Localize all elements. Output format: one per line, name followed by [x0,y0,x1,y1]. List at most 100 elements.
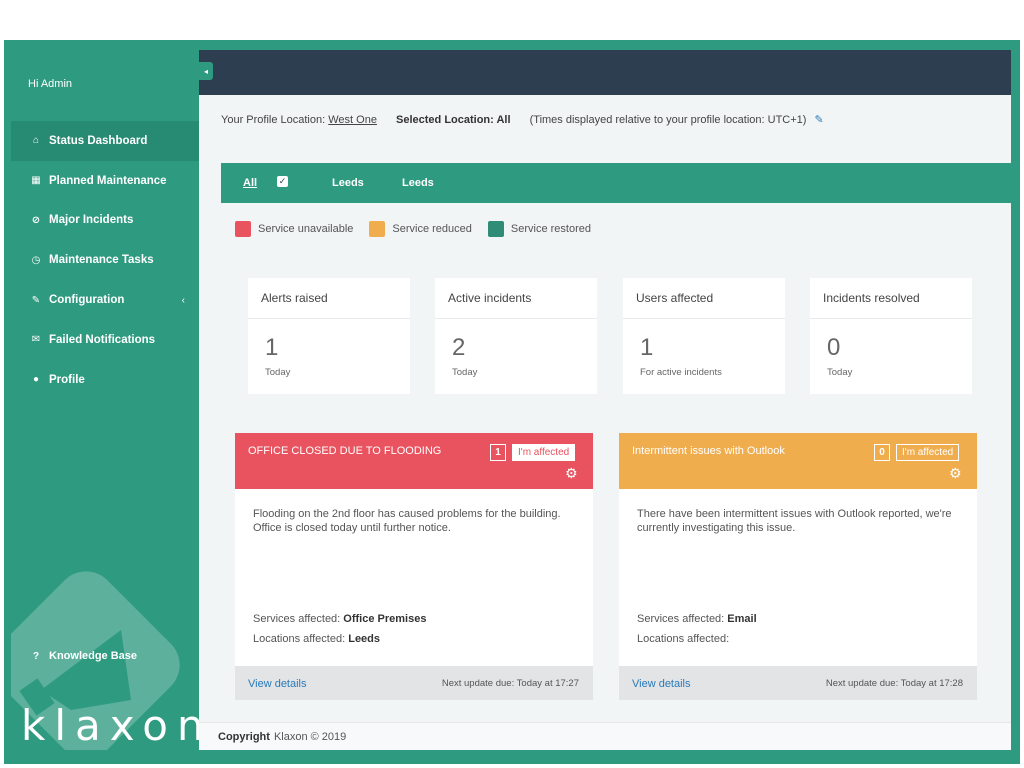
incident-title: OFFICE CLOSED DUE TO FLOODING [248,445,442,457]
sidebar-menu: ⌂ Status Dashboard ▦ Planned Maintenance… [11,121,199,400]
next-update: Next update due: Today at 17:28 [825,678,963,689]
view-details-link[interactable]: View details [248,678,307,690]
incident-footer: View details Next update due: Today at 1… [235,666,593,700]
location-filter-bar: All ✓ Leeds Leeds [221,163,1011,203]
filter-all[interactable]: All [243,177,257,189]
stat-title: Active incidents [435,278,597,319]
incident-header: Intermittent issues with Outlook 0 I'm a… [619,433,977,489]
sidebar: Hi Admin ⌂ Status Dashboard ▦ Planned Ma… [11,50,199,750]
next-update: Next update due: Today at 17:27 [441,678,579,689]
chevron-left-icon: ‹ [181,294,185,306]
stat-card-users-affected: Users affected 1 For active incidents [623,278,785,394]
main-content: Your Profile Location: West One Selected… [199,95,1011,722]
clock-icon: ◷ [31,254,41,266]
affected-count: 1 [490,444,506,461]
filter-checkbox[interactable]: ✓ [277,176,288,187]
legend-label: Service restored [510,223,591,235]
sidebar-item-label: Profile [49,373,85,386]
incident-footer: View details Next update due: Today at 1… [619,666,977,700]
dashboard-icon: ⌂ [32,135,40,147]
legend-swatch-unavailable [235,221,251,237]
sidebar-item-status-dashboard[interactable]: ⌂ Status Dashboard [11,121,199,161]
stat-card-alerts-raised: Alerts raised 1 Today [248,278,410,394]
stat-subtitle: Today [265,367,291,378]
services-affected: Services affected: Email [637,613,757,625]
services-affected-label: Services affected: [637,613,725,625]
sidebar-item-label: Major Incidents [49,214,134,227]
locations-affected-label: Locations affected: [637,633,730,645]
timezone-note: (Times displayed relative to your profil… [529,114,807,126]
copyright-text: Klaxon © 2019 [273,730,347,743]
stat-value: 0 [827,334,841,361]
legend-label: Service unavailable [258,223,354,235]
sidebar-item-configuration[interactable]: ✎ Configuration ‹ [11,280,199,320]
gear-icon[interactable]: ⚙ [565,465,578,482]
selected-location: Selected Location: All [396,114,511,126]
stat-title: Incidents resolved [810,278,972,319]
sidebar-item-label: Maintenance Tasks [49,254,154,267]
filter-location-leeds-2[interactable]: Leeds [402,177,434,189]
sidebar-item-knowledge-base[interactable]: ? Knowledge Base [29,650,137,662]
stat-subtitle: Today [452,367,478,378]
stat-title: Users affected [623,278,785,319]
gear-icon[interactable]: ⚙ [949,465,962,482]
incident-description: There have been intermittent issues with… [637,508,952,534]
page-footer: Copyright Klaxon © 2019 [199,722,1011,750]
incident-description: Flooding on the 2nd floor has caused pro… [253,508,561,534]
user-greeting: Hi Admin [28,78,73,90]
locations-affected: Locations affected: [637,633,729,645]
stat-value: 2 [452,334,466,361]
legend-label: Service reduced [392,223,472,235]
location-info: Your Profile Location: West One Selected… [221,113,824,126]
sidebar-item-label: Knowledge Base [49,650,138,662]
sidebar-item-failed-notifications[interactable]: ✉ Failed Notifications [11,320,199,360]
im-affected-button[interactable]: I'm affected [512,444,576,461]
question-circle-icon: ? [32,650,40,662]
sidebar-item-maintenance-tasks[interactable]: ◷ Maintenance Tasks [11,240,199,280]
copyright-label: Copyright [218,730,270,743]
services-affected-value: Office Premises [343,613,427,625]
stat-value: 1 [265,334,279,361]
sidebar-item-planned-maintenance[interactable]: ▦ Planned Maintenance [11,161,199,201]
legend-swatch-restored [487,221,504,237]
services-affected-label: Services affected: [253,613,341,625]
services-affected: Services affected: Office Premises [253,613,426,625]
klaxon-logo: klaxon [21,701,199,750]
incident-card: Intermittent issues with Outlook 0 I'm a… [619,433,977,700]
sidebar-item-label: Planned Maintenance [49,174,167,187]
sidebar-item-label: Configuration [49,294,125,307]
stat-title: Alerts raised [248,278,410,319]
locations-affected: Locations affected: Leeds [253,633,380,645]
services-affected-value: Email [727,613,757,625]
legend-swatch-reduced [369,221,386,237]
profile-location-link[interactable]: West One [328,114,377,126]
locations-affected-value: Leeds [348,633,381,645]
top-navbar [199,50,1011,95]
view-details-link[interactable]: View details [632,678,691,690]
ban-icon: ⊘ [31,214,41,226]
profile-location-label: Your Profile Location: [221,114,326,126]
sidebar-item-label: Status Dashboard [49,134,148,147]
user-icon: ● [32,374,40,386]
sidebar-item-major-incidents[interactable]: ⊘ Major Incidents [11,201,199,241]
stat-card-active-incidents: Active incidents 2 Today [435,278,597,394]
incident-title: Intermittent issues with Outlook [632,445,785,457]
sidebar-item-profile[interactable]: ● Profile [11,360,199,400]
edit-icon[interactable]: ✎ [815,114,824,126]
status-legend: Service unavailable Service reduced Serv… [235,221,607,237]
sidebar-item-label: Failed Notifications [49,333,156,346]
calendar-icon: ▦ [31,175,41,187]
locations-affected-label: Locations affected: [253,633,346,645]
stat-subtitle: Today [827,367,853,378]
stat-subtitle: For active incidents [640,367,722,378]
filter-location-leeds[interactable]: Leeds [332,177,364,189]
sidebar-collapse-button[interactable]: ◂ [199,62,213,80]
envelope-icon: ✉ [31,334,41,346]
wrench-icon: ✎ [31,294,41,306]
stat-card-incidents-resolved: Incidents resolved 0 Today [810,278,972,394]
incident-card: OFFICE CLOSED DUE TO FLOODING 1 I'm affe… [235,433,593,700]
affected-count: 0 [874,444,890,461]
incident-header: OFFICE CLOSED DUE TO FLOODING 1 I'm affe… [235,433,593,489]
stat-value: 1 [640,334,654,361]
im-affected-button[interactable]: I'm affected [896,444,960,461]
